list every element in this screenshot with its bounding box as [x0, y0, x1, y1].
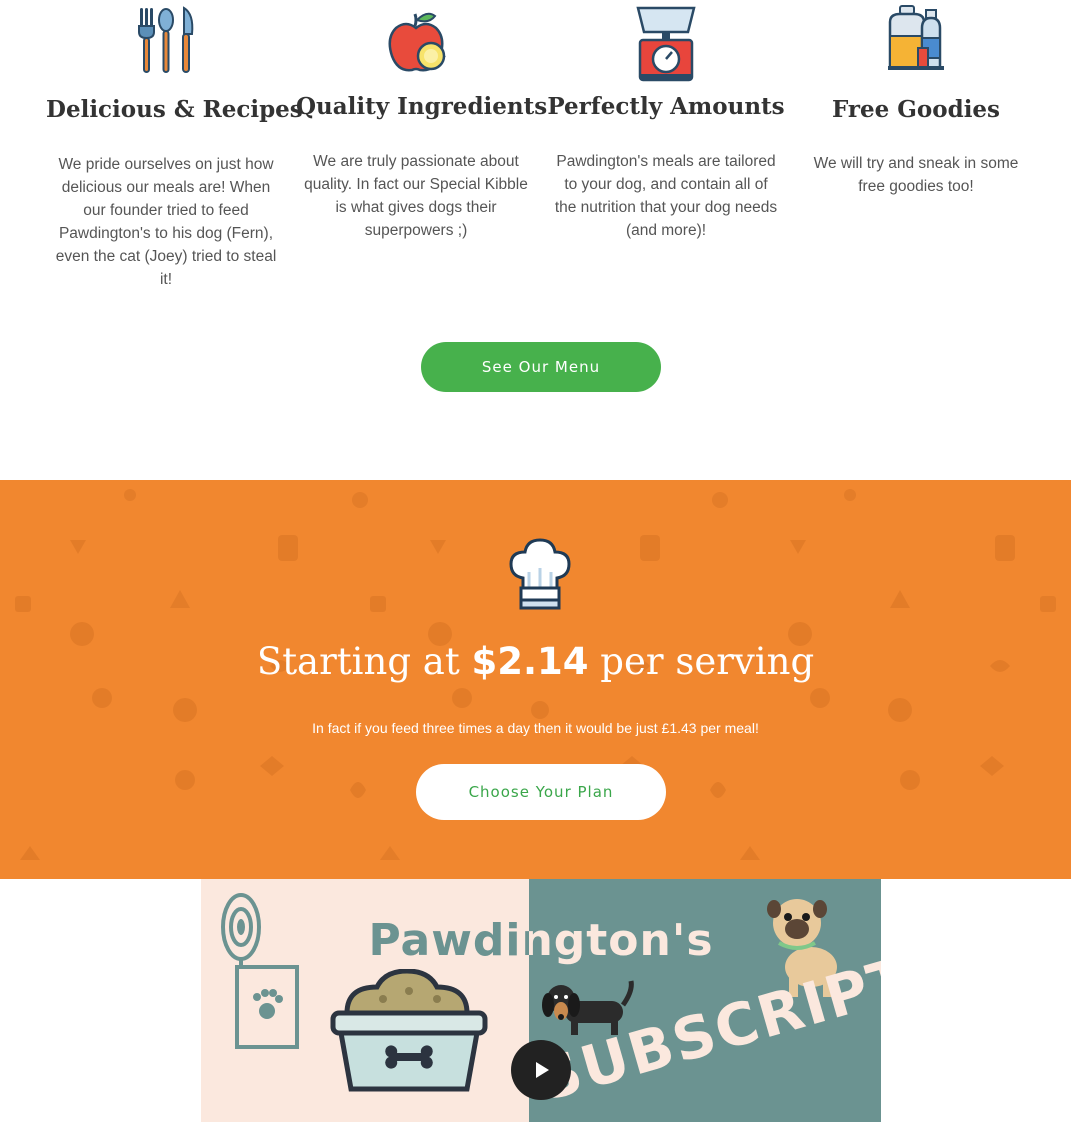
kitchen-scale-icon: [636, 6, 696, 82]
pricing-banner: Starting at $2.14 per serving In fact if…: [0, 480, 1071, 879]
dog-food-can-icon: [221, 893, 299, 1049]
feature-title: Quality Ingredients: [296, 93, 548, 120]
video-play-button[interactable]: [511, 1040, 571, 1100]
feature-description: We are truly passionate about quality. I…: [304, 153, 528, 239]
utensils-icon: [138, 6, 194, 73]
price-prefix: Starting at: [256, 640, 460, 683]
feature-description: We will try and sneak in some free goodi…: [813, 155, 1019, 195]
price-per-meal-note: In fact if you feed three times a day th…: [312, 720, 759, 736]
goodies-bottles-icon: [888, 5, 944, 70]
feature-title: Free Goodies: [831, 96, 1001, 123]
price-amount: $2.14: [471, 640, 589, 683]
features-section: Delicious & Recipes We pride ourselves o…: [0, 0, 1071, 480]
play-icon: [536, 1062, 549, 1078]
price-headline: Starting at $2.14 per serving: [0, 640, 1071, 683]
apple-icon: [388, 12, 446, 72]
chef-hat-icon: [509, 538, 571, 610]
feature-title: Delicious & Recipes: [46, 96, 303, 123]
video-player[interactable]: Pawdington's Pawdington's: [201, 879, 881, 1122]
feature-title: Perfectly Amounts: [547, 93, 785, 120]
see-our-menu-button[interactable]: See Our Menu: [421, 342, 661, 392]
choose-your-plan-button[interactable]: Choose Your Plan: [416, 764, 666, 820]
dog-food-bowl-icon: [330, 969, 488, 1092]
feature-description: Pawdington's meals are tailored to your …: [554, 153, 778, 239]
price-suffix: per serving: [600, 640, 815, 683]
feature-description: We pride ourselves on just how delicious…: [55, 156, 277, 288]
